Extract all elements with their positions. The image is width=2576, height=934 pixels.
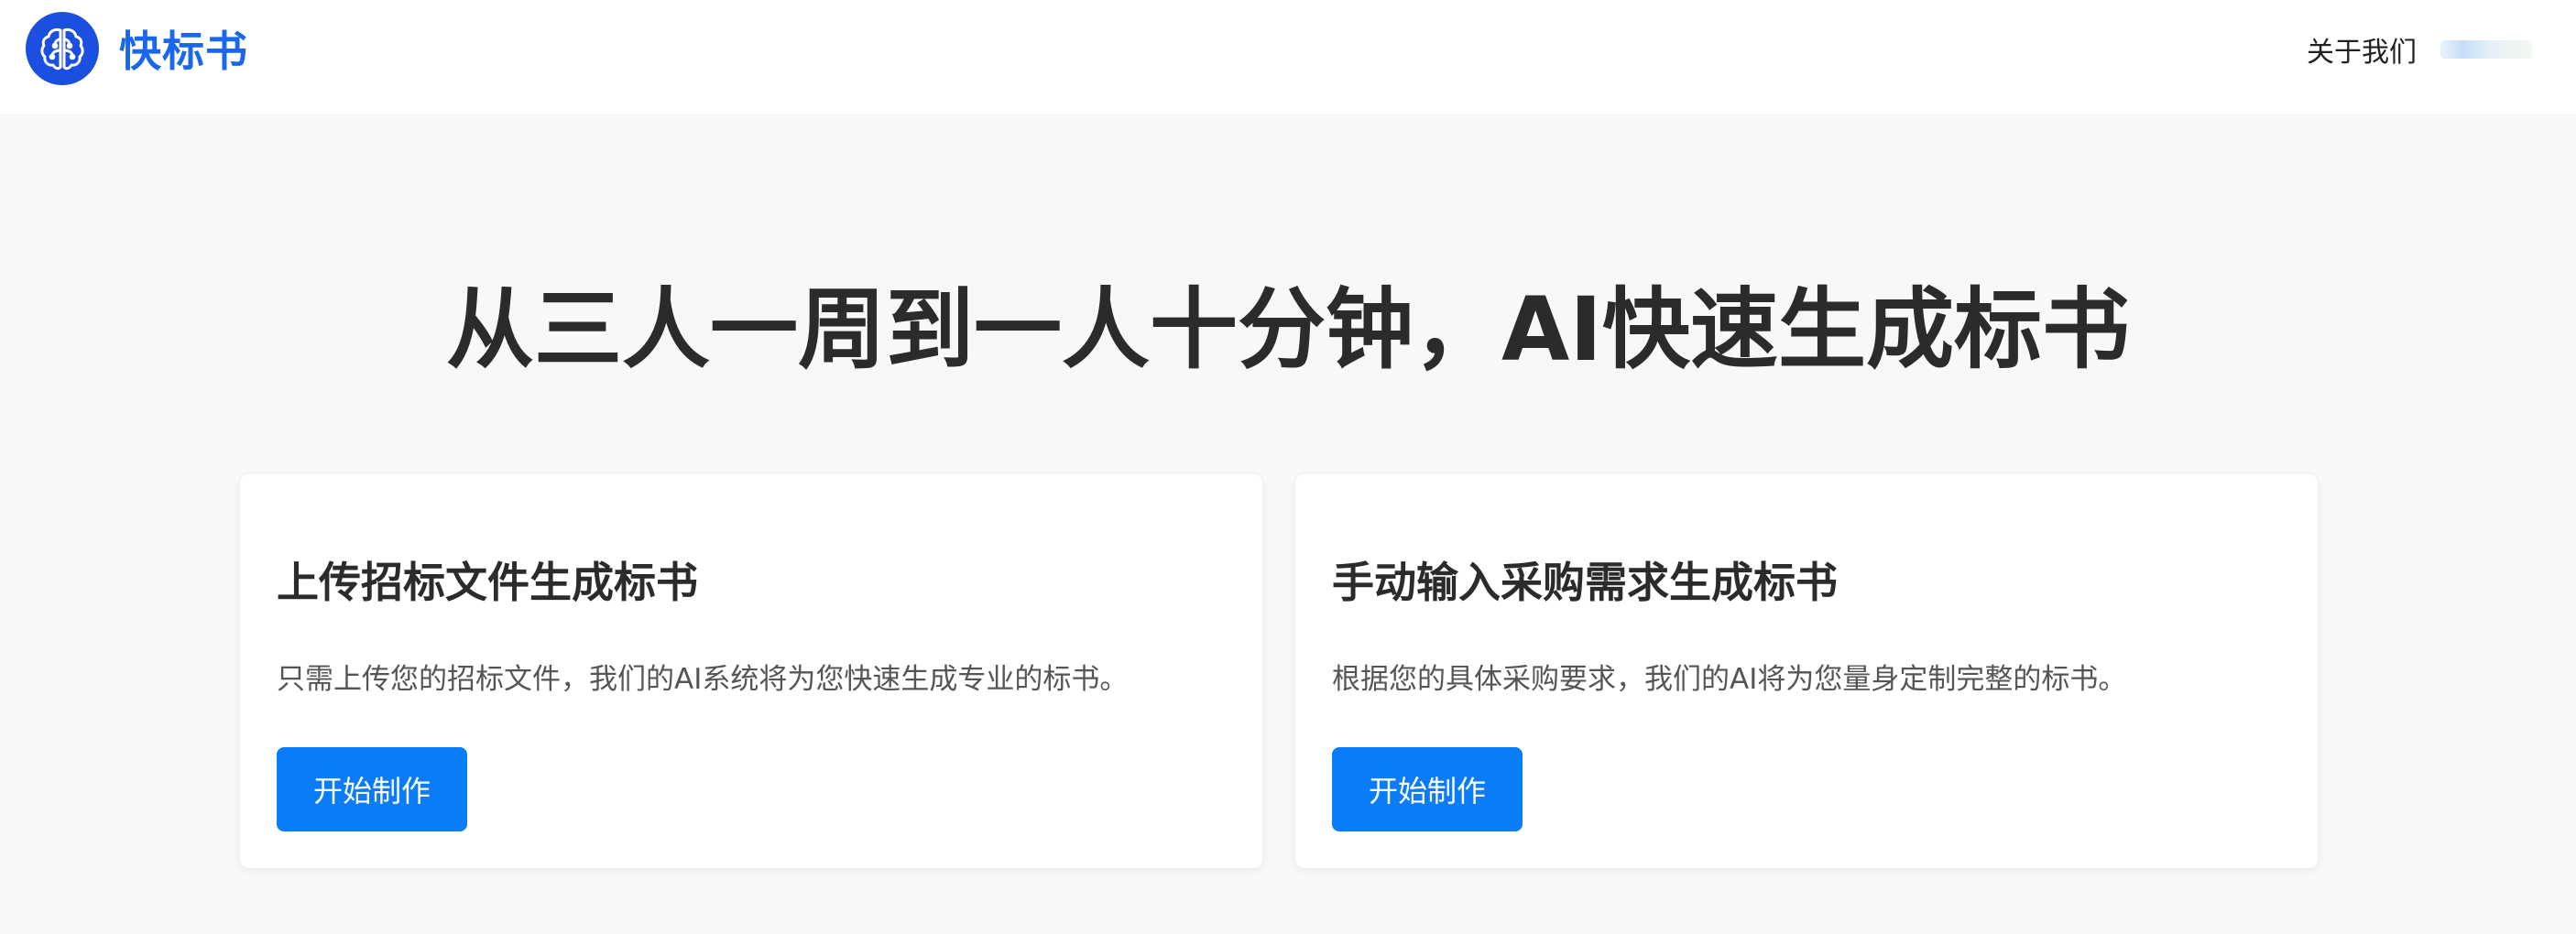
card-title: 手动输入采购需求生成标书: [1332, 558, 1838, 607]
card-description: 只需上传您的招标文件，我们的AI系统将为您快速生成专业的标书。: [277, 663, 1129, 696]
hero-title: 从三人一周到一人十分钟，AI快速生成标书: [445, 278, 2130, 381]
brain-icon: [26, 12, 99, 85]
manual-input-card: 手动输入采购需求生成标书 根据您的具体采购要求，我们的AI将为您量身定制完整的标…: [1295, 474, 2318, 868]
card-description: 根据您的具体采购要求，我们的AI将为您量身定制完整的标书。: [1332, 663, 2127, 696]
brand-name: 快标书: [119, 27, 248, 76]
user-info-redacted[interactable]: [2440, 40, 2532, 59]
start-manual-button[interactable]: 开始制作: [1332, 747, 1523, 831]
upload-tender-card: 上传招标文件生成标书 只需上传您的招标文件，我们的AI系统将为您快速生成专业的标…: [240, 474, 1262, 868]
brand[interactable]: 快标书: [26, 9, 248, 88]
start-upload-button[interactable]: 开始制作: [277, 747, 467, 831]
top-header: 快标书 关于我们: [0, 0, 2576, 114]
nav-about-link[interactable]: 关于我们: [2307, 29, 2417, 70]
card-title: 上传招标文件生成标书: [277, 558, 698, 607]
